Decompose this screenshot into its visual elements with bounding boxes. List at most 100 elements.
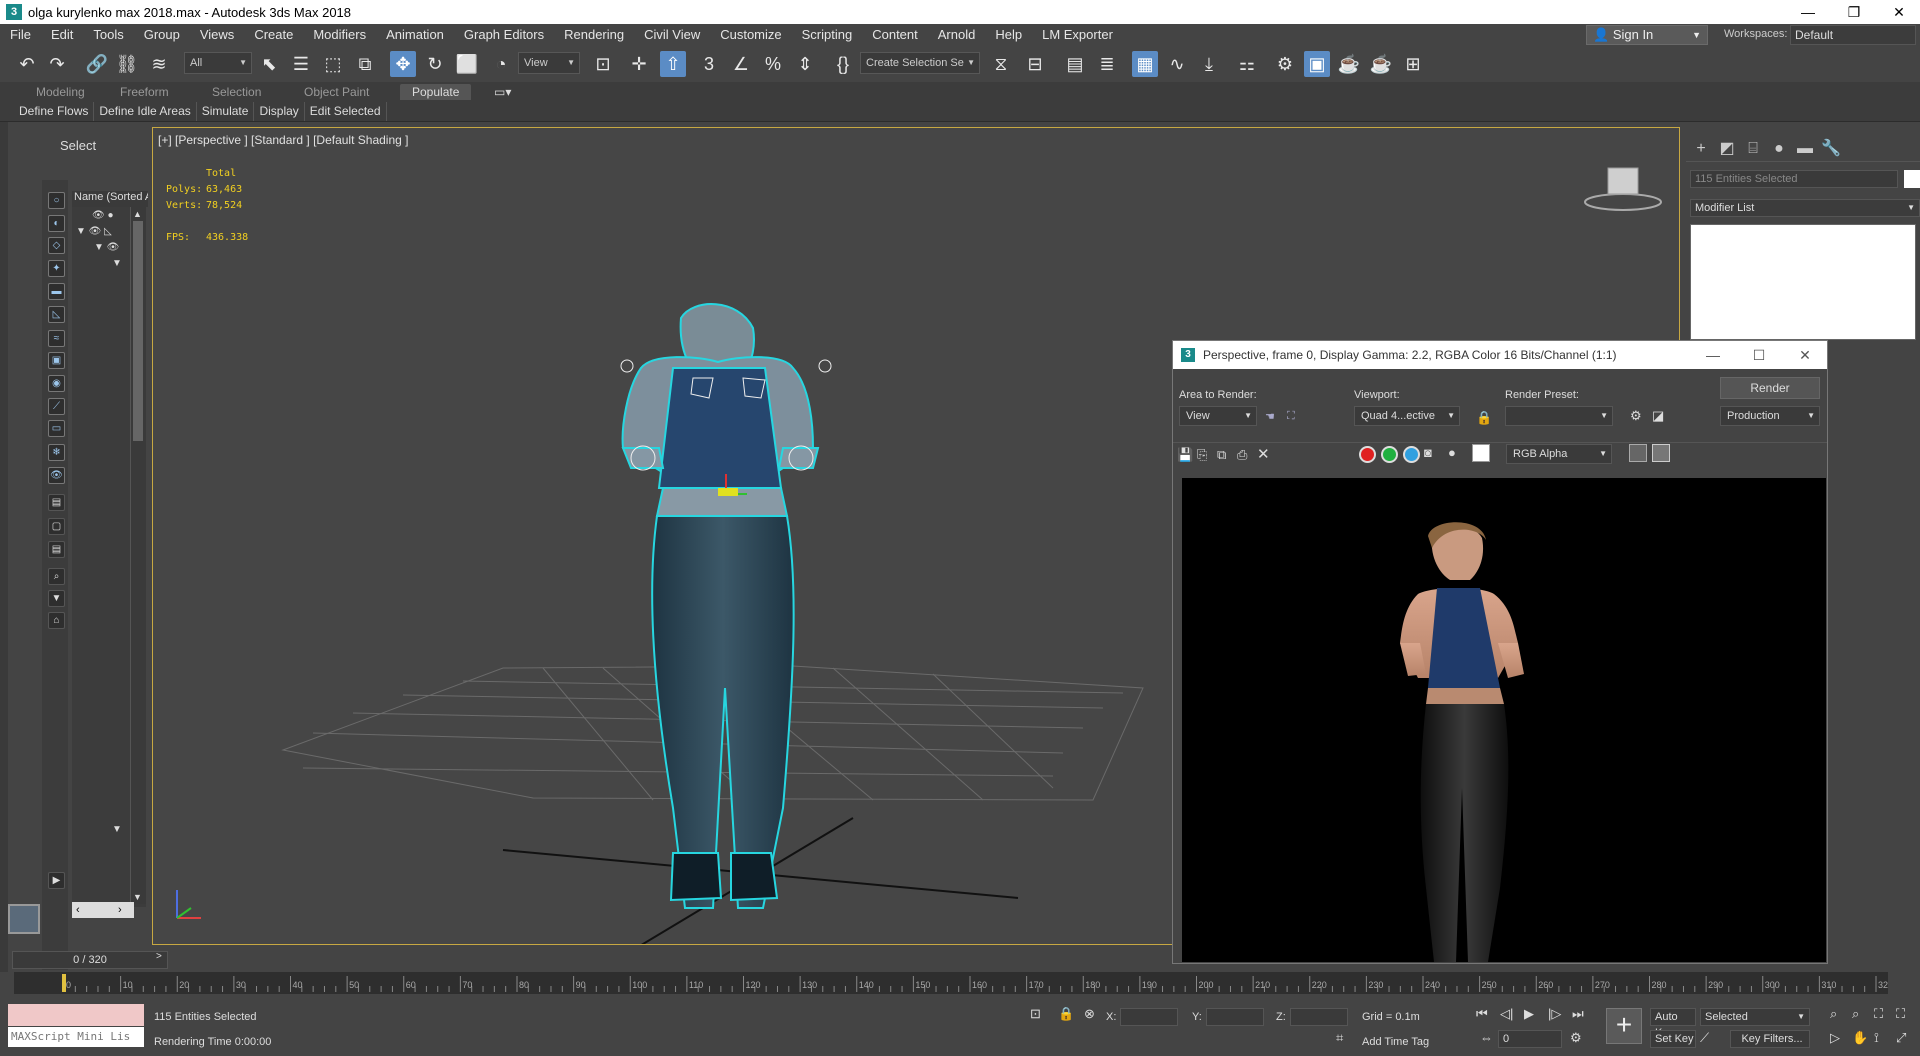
explorer-preview-thumbnail[interactable] [8,904,40,934]
menu-lm-exporter[interactable]: LM Exporter [1032,24,1123,46]
chevron-up-icon[interactable]: ▲ [133,209,142,219]
sign-in-dropdown[interactable]: 👤 Sign In ▼ [1586,25,1708,45]
pan-view-icon[interactable]: ✋ [1852,1030,1868,1046]
scene-tree-hscroll[interactable]: ‹ › [72,902,134,918]
time-slider-next[interactable]: > [156,951,162,962]
workspaces-dropdown[interactable]: Default [1790,25,1916,45]
tab-modeling[interactable]: Modeling [36,84,85,100]
menu-graph-editors[interactable]: Graph Editors [454,24,554,46]
key-filters-button[interactable]: Key Filters... [1730,1030,1810,1048]
display-groups-icon[interactable]: ▣ [48,352,65,369]
key-filter-icon[interactable]: ⟋ [1700,1030,1709,1046]
select-object-icon[interactable]: ⬉ [256,51,282,77]
time-configuration-icon[interactable]: ⚙ [1570,1030,1582,1046]
invert-display-icon[interactable]: ▤ [48,541,65,558]
menu-modifiers[interactable]: Modifiers [303,24,376,46]
select-rotate-icon[interactable]: ↻ [422,51,448,77]
absolute-relative-toggle-icon[interactable]: ⊗ [1084,1006,1095,1022]
display-all-icon[interactable]: ▤ [48,494,65,511]
material-editor-icon[interactable]: ⚏ [1234,51,1260,77]
display-channel-dropdown[interactable]: RGB Alpha ▼ [1506,444,1612,464]
menu-rendering[interactable]: Rendering [554,24,634,46]
viewport-dropdown[interactable]: Quad 4...ective ▼ [1354,406,1460,426]
background-color-swatch[interactable] [1472,444,1490,462]
create-tab-icon[interactable]: + [1690,138,1712,160]
render-setup-icon[interactable]: ⚙ [1272,51,1298,77]
toggle-ui-overlay-icon[interactable] [1629,444,1647,462]
time-slider[interactable]: 0 / 320 [12,951,168,969]
tab-populate[interactable]: Populate [400,84,472,100]
menu-animation[interactable]: Animation [376,24,454,46]
next-frame-icon[interactable]: |▷ [1548,1006,1561,1022]
scene-explorer-toggle-icon[interactable]: ▤ [1062,51,1088,77]
print-image-icon[interactable]: ⎙ [1237,447,1247,463]
selection-lock-icon[interactable]: 🔒 [1058,1006,1074,1022]
zoom-extents-icon[interactable]: ⛶ [1874,1006,1883,1022]
edit-region-icon[interactable]: ☚ [1265,410,1275,423]
track-bar[interactable]: 0 10 20 30 40 50 60 70 80 90 100 110 120 130 140 150 160… [14,972,1893,994]
funnel-icon[interactable]: ▼ [48,590,65,607]
zoom-icon[interactable]: ⌕ [1830,1006,1837,1022]
window-crossing-icon[interactable]: ⧉ [352,51,378,77]
link-icon[interactable]: 🔗 [84,51,110,77]
area-to-render-dropdown[interactable]: View ▼ [1179,406,1257,426]
menu-create[interactable]: Create [244,24,303,46]
viewport-label-menu[interactable]: [+] [Perspective ] [Standard ] [Default … [158,133,408,147]
display-lights-icon[interactable]: ✦ [48,260,65,277]
percent-snap-icon[interactable]: % [760,51,786,77]
filter-icon[interactable]: ⌕ [48,568,65,585]
reference-coordinate-dropdown[interactable]: View ▼ [518,52,580,74]
monochrome-icon[interactable]: ● [1448,445,1456,460]
name-column-header[interactable]: Name (Sorted A [72,191,148,207]
tree-expand-icon[interactable]: ▼ [112,824,122,835]
display-hidden-icon[interactable]: 👁 [48,467,65,484]
tab-selection[interactable]: Selection [212,84,261,100]
zoom-all-icon[interactable]: ⌕ [1852,1006,1859,1022]
x-coordinate-field[interactable] [1120,1008,1178,1026]
chevron-right-icon[interactable]: › [118,902,122,918]
unlink-icon[interactable]: ⛓ [114,51,140,77]
display-spacewarps-icon[interactable]: ≈ [48,330,65,347]
close-icon[interactable]: ✕ [1876,0,1920,24]
menu-scripting[interactable]: Scripting [792,24,863,46]
time-tag-icon[interactable]: ⌗ [1336,1030,1343,1046]
display-frozen-icon[interactable]: ❄ [48,444,65,461]
isolate-selection-icon[interactable]: ⊡ [1030,1006,1041,1022]
display-xrefs-icon[interactable]: ◉ [48,375,65,392]
toggle-ribbon-icon[interactable]: ▦ [1132,51,1158,77]
named-selection-sets-dropdown[interactable]: Create Selection Se ▼ [860,52,980,74]
display-shapes-icon[interactable]: ◇ [48,237,65,254]
chevron-left-icon[interactable]: ‹ [76,902,80,918]
current-frame-field[interactable]: 0 [1498,1030,1562,1048]
schematic-view-icon[interactable]: ⤓ [1196,51,1222,77]
define-flows-button[interactable]: Define Flows [14,102,95,121]
key-mode-icon[interactable]: ⇔ [1480,1030,1493,1045]
ribbon-options-icon[interactable]: ▭▾ [494,84,511,100]
select-scale-icon[interactable]: ⬜ [454,51,480,77]
blue-channel-toggle[interactable] [1403,446,1420,463]
bind-spacewarp-icon[interactable]: ≋ [146,51,172,77]
clone-window-icon[interactable]: ⧉ [1217,447,1226,463]
menu-file[interactable]: File [0,24,41,46]
display-tab-icon[interactable]: ▬ [1794,138,1816,160]
minimize-icon[interactable]: — [1693,341,1733,369]
maxscript-listener-input[interactable]: MAXScript Mini Lis [8,1027,144,1047]
mirror-icon[interactable]: ⧖ [988,51,1014,77]
define-idle-areas-button[interactable]: Define Idle Areas [94,102,197,121]
scrollbar-thumb[interactable] [133,221,143,441]
render-production-icon[interactable]: ☕ [1336,51,1362,77]
tree-expand-icon[interactable]: ▼ [112,258,122,269]
tab-object-paint[interactable]: Object Paint [304,84,369,100]
object-name-field[interactable]: 115 Entities Selected [1690,170,1898,188]
tree-expand-icon[interactable]: ▼ 👁 [94,242,119,253]
object-color-swatch[interactable] [1904,170,1920,188]
display-none-filter-icon[interactable]: ▢ [48,518,65,535]
simulate-button[interactable]: Simulate [197,102,255,121]
visibility-eye-icon[interactable]: 👁 ● [92,210,114,221]
expand-panel-icon[interactable]: ▶ [48,872,65,889]
layer-explorer-icon[interactable]: ≣ [1094,51,1120,77]
display-cameras-icon[interactable]: ▬ [48,283,65,300]
display-none-icon[interactable]: ○ [48,192,65,209]
select-move-icon[interactable]: ✥ [390,51,416,77]
lock-icon[interactable]: 🔒 [1476,410,1492,426]
